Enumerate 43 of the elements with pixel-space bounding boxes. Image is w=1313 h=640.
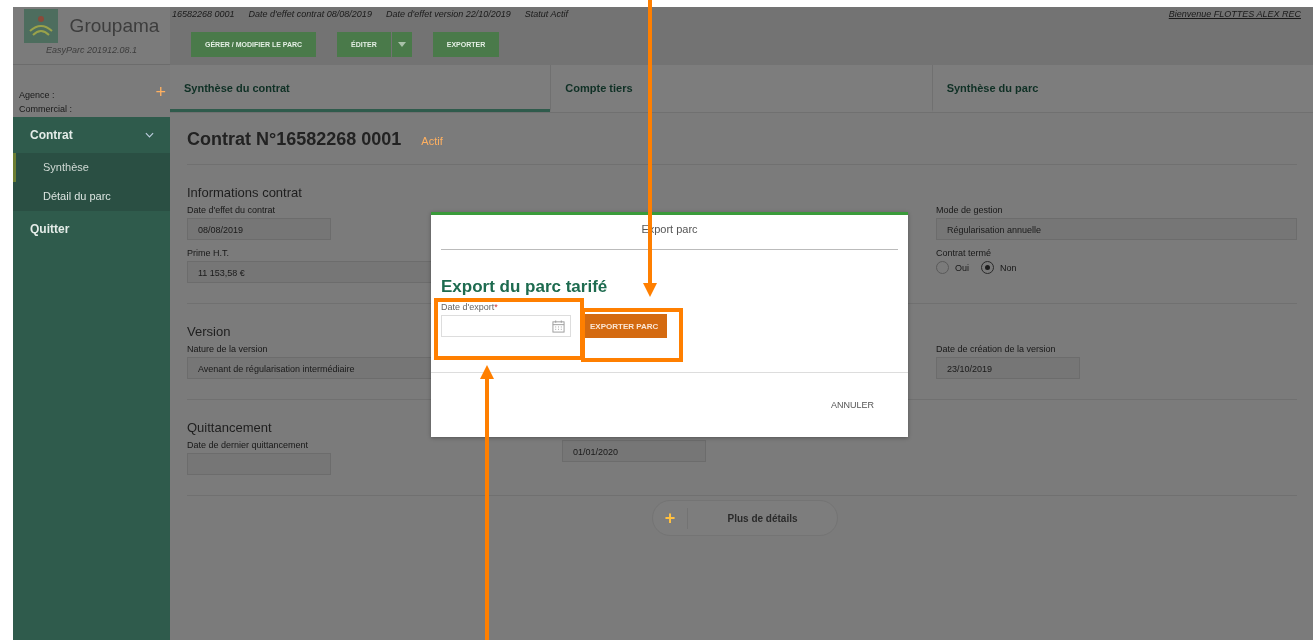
field-label: Nature de la version: [187, 344, 269, 354]
menu-item[interactable]: Quitter: [13, 211, 170, 247]
caret-icon: [397, 42, 406, 47]
radio-label: Oui: [955, 262, 969, 273]
more-details-button[interactable]: + Plus de détails: [652, 500, 838, 536]
submenu-item[interactable]: Détail du parc: [13, 182, 170, 211]
radio-label: Non: [1000, 262, 1017, 273]
status-text: Actif: [421, 135, 443, 147]
field-label: Prime H.T.: [187, 248, 230, 258]
submenu-item[interactable]: Synthèse: [13, 153, 170, 182]
calendar-icon[interactable]: [552, 319, 565, 333]
input-field[interactable]: 08/08/2019: [187, 218, 331, 240]
section-title: Version: [187, 324, 231, 339]
input-field[interactable]: 23/10/2019: [936, 357, 1080, 379]
info-text: Date d'effet version 22/10/2019: [385, 9, 511, 19]
info-text: 16582268 0001: [172, 9, 235, 19]
field-label: Date d'export*: [441, 302, 499, 312]
sales-label: Commercial :: [19, 104, 72, 114]
cancel-button[interactable]: ANNULER: [829, 398, 876, 412]
add-button[interactable]: +: [155, 83, 166, 101]
brand-name: Groupama: [69, 15, 160, 37]
info-text: Date d'effet contrat 08/08/2019: [248, 9, 372, 19]
dropdown-button[interactable]: [391, 32, 412, 57]
tab[interactable]: Synthèse du contrat: [170, 65, 551, 112]
input-field[interactable]: 01/01/2020: [562, 440, 706, 462]
tab[interactable]: Compte tiers: [550, 65, 932, 112]
section-title: Quittancement: [187, 420, 272, 435]
field-label: Contrat termé: [936, 248, 993, 258]
info-text: Statut Actif: [524, 9, 568, 19]
field-label: Date de dernier quittancement: [187, 440, 310, 450]
contract-title: Contrat N°16582268 0001: [187, 129, 402, 150]
welcome-link[interactable]: Bienvenue FLOTTES ALEX REC: [1168, 9, 1301, 19]
app-version: EasyParc 201912.08.1: [45, 45, 138, 55]
agency-label: Agence :: [19, 90, 56, 100]
logo-icon: [23, 9, 58, 43]
field-label: Date d'effet du contrat: [187, 205, 277, 215]
field-label: Date de création de la version: [936, 344, 1057, 354]
field-label: Mode de gestion: [936, 205, 1004, 215]
date-field[interactable]: [441, 315, 571, 337]
tab[interactable]: Synthèse du parc: [931, 65, 1313, 112]
input-field[interactable]: Régularisation annuelle: [936, 218, 1297, 240]
section-title: Informations contrat: [187, 185, 302, 200]
menu-item[interactable]: Contrat: [13, 117, 170, 153]
